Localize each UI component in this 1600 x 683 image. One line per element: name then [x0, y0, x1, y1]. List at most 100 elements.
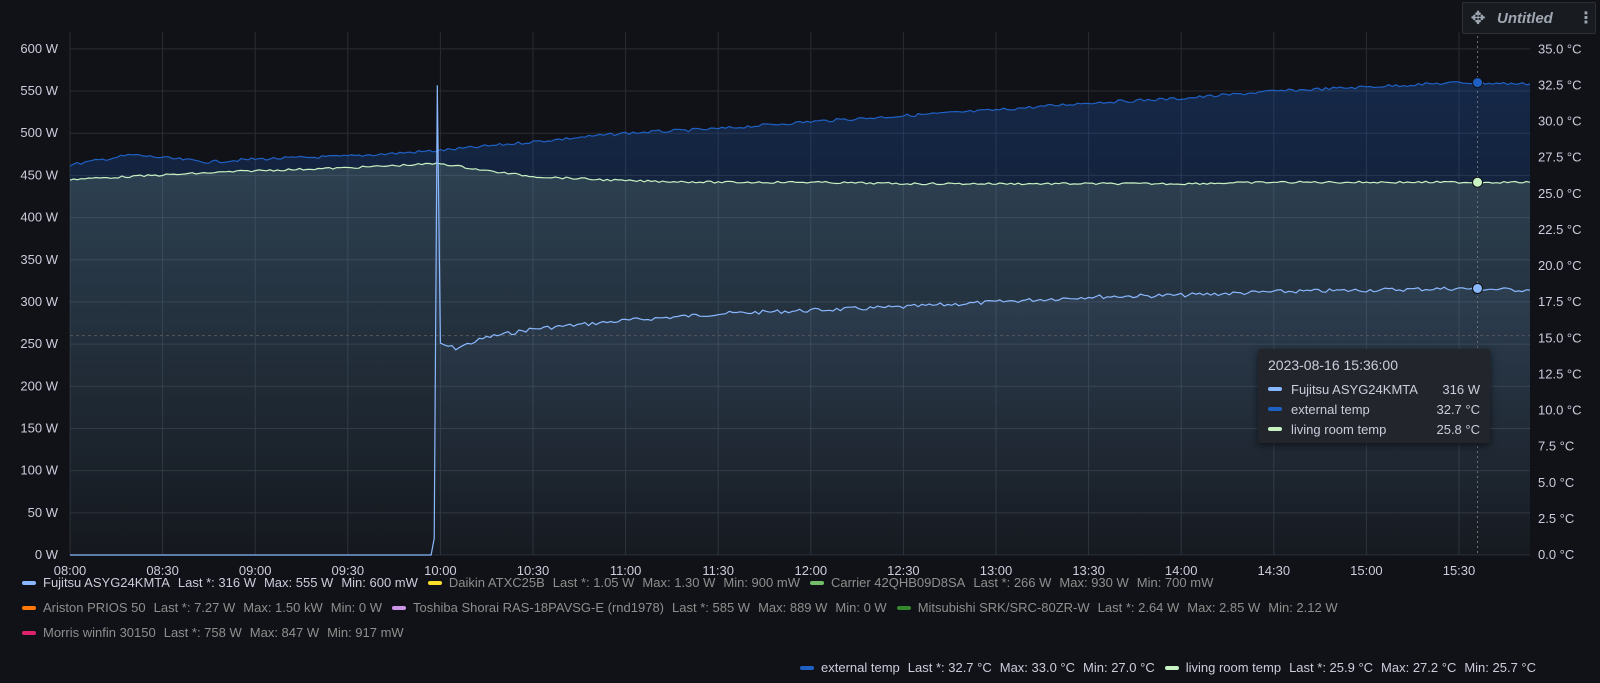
legend-series-name[interactable]: living room temp [1186, 660, 1281, 675]
y-left-tick-label: 600 W [20, 41, 58, 56]
move-icon[interactable]: ✥ [1463, 8, 1493, 29]
cursor-point [1472, 282, 1484, 294]
legend-stat-max: Max: 2.85 W [1187, 600, 1261, 615]
legend-row: Ariston PRIOS 50 Last *: 7.27 W Max: 1.50 … [22, 600, 1348, 615]
legend-stat-last: Last *: 266 W [973, 575, 1052, 590]
legend-series-name[interactable]: Daikin ATXC25B [449, 575, 545, 590]
tooltip-series-name: Fujitsu ASYG24KMTA [1291, 381, 1418, 397]
legend-stat-min: Min: 0 W [835, 600, 887, 615]
legend-item[interactable]: Carrier 42QHB09D8SA Last *: 266 W Max: 930… [809, 575, 1214, 590]
legend-row: Fujitsu ASYG24KMTA Last *: 316 W Max: 555 … [22, 575, 1223, 590]
y-right-tick-label: 20.0 °C [1538, 258, 1582, 273]
tooltip-series-value: 25.8 °C [1436, 421, 1480, 437]
legend-item[interactable]: Mitsubishi SRK/SRC-80ZR-W Last *: 2.64 W M… [896, 600, 1338, 615]
legend-stat-last: Last *: 1.05 W [552, 575, 635, 590]
y-right-tick-label: 27.5 °C [1538, 150, 1582, 165]
legend-stat-max: Max: 33.0 °C [999, 660, 1076, 675]
y-left-tick-label: 500 W [20, 125, 58, 140]
y-right-tick-label: 12.5 °C [1538, 366, 1582, 381]
y-right-tick-label: 35.0 °C [1538, 41, 1582, 56]
x-tick-label: 15:00 [1350, 563, 1383, 578]
legend-stat-min: Min: 2.12 W [1268, 600, 1338, 615]
y-right-tick-label: 10.0 °C [1538, 403, 1582, 418]
y-left-tick-label: 50 W [28, 505, 59, 520]
legend-series-name[interactable]: Carrier 42QHB09D8SA [831, 575, 965, 590]
tooltip-title: 2023-08-16 15:36:00 [1268, 357, 1398, 373]
legend-item[interactable]: Morris winfin 30150 Last *: 758 W Max: 847… [22, 625, 404, 640]
y-right-tick-label: 5.0 °C [1538, 475, 1574, 490]
tooltip-swatch [1268, 387, 1282, 391]
legend-swatch [809, 580, 824, 585]
legend-item[interactable]: Daikin ATXC25B Last *: 1.05 W Max: 1.30 W M… [427, 575, 800, 590]
legend-stat-max: Max: 930 W [1059, 575, 1129, 590]
y-right-tick-label: 15.0 °C [1538, 330, 1582, 345]
y-left-tick-label: 250 W [20, 336, 58, 351]
legend-item[interactable]: living room temp Last *: 25.9 °C Max: 27.2… [1164, 660, 1536, 675]
legend-stat-min: Min: 27.0 °C [1083, 660, 1155, 675]
time-series-chart[interactable]: 0 W 50 W 100 W 150 W 200 W 250 W 300 W 350 W 400… [0, 0, 1600, 590]
legend-item[interactable]: Toshiba Shorai RAS-18PAVSG-E (rnd1978) La… [392, 600, 887, 615]
legend-swatch [22, 580, 36, 585]
tooltip-series-value: 32.7 °C [1436, 401, 1480, 417]
legend-swatch [392, 605, 407, 610]
legend-stat-min: Min: 700 mW [1136, 575, 1214, 590]
hover-tooltip: 2023-08-16 15:36:00 Fujitsu ASYG24KMTA 31… [1258, 349, 1490, 443]
tooltip-row: external temp 32.7 °C [1268, 399, 1480, 419]
y-left-tick-label: 450 W [20, 167, 58, 182]
legend-stat-last: Last *: 585 W [672, 600, 751, 615]
legend-stat-min: Min: 0 W [330, 600, 383, 615]
tooltip-series-name: living room temp [1291, 421, 1387, 437]
legend-swatch [896, 605, 911, 610]
tooltip-series-value: 316 W [1442, 381, 1480, 397]
legend-row-right-axis: external temp Last *: 32.7 °C Max: 33.0 °C… [800, 660, 1546, 675]
y-right-tick-label: 22.5 °C [1538, 222, 1582, 237]
legend-item[interactable]: Ariston PRIOS 50 Last *: 7.27 W Max: 1.50 … [22, 600, 382, 615]
legend-series-name[interactable]: Toshiba Shorai RAS-18PAVSG-E (rnd1978) [413, 600, 664, 615]
y-left-tick-label: 550 W [20, 83, 58, 98]
legend-series-name[interactable]: Ariston PRIOS 50 [43, 600, 146, 615]
y-right-tick-label: 2.5 °C [1538, 511, 1574, 526]
legend-swatch [1164, 665, 1179, 670]
y-left-tick-label: 300 W [20, 294, 58, 309]
y-left-tick-label: 400 W [20, 210, 58, 225]
legend-stat-max: Max: 889 W [758, 600, 828, 615]
legend-series-name[interactable]: Mitsubishi SRK/SRC-80ZR-W [918, 600, 1090, 615]
legend-stat-max: Max: 27.2 °C [1381, 660, 1457, 675]
y-right-tick-label: 30.0 °C [1538, 114, 1582, 129]
cursor-point [1472, 176, 1484, 188]
legend-stat-last: Last *: 7.27 W [153, 600, 236, 615]
legend-row: Morris winfin 30150 Last *: 758 W Max: 847… [22, 625, 414, 640]
tooltip-series-name: external temp [1291, 401, 1370, 417]
y-left-tick-label: 200 W [20, 378, 58, 393]
y-right-tick-label: 7.5 °C [1538, 439, 1574, 454]
tooltip-swatch [1268, 427, 1282, 431]
legend-item[interactable]: Fujitsu ASYG24KMTA Last *: 316 W Max: 555 … [22, 575, 418, 590]
y-right-tick-label: 25.0 °C [1538, 186, 1582, 201]
time-series-panel: 0 W 50 W 100 W 150 W 200 W 250 W 300 W 350 W 400… [0, 0, 1600, 683]
y-right-tick-label: 32.5 °C [1538, 77, 1582, 92]
cursor-point [1472, 77, 1484, 89]
y-left-tick-label: 350 W [20, 252, 58, 267]
legend-stat-max: Max: 847 W [249, 625, 320, 640]
legend-swatch [800, 665, 814, 670]
tooltip-row: Fujitsu ASYG24KMTA 316 W [1268, 379, 1480, 399]
x-tick-label: 15:30 [1443, 563, 1476, 578]
x-tick-label: 14:30 [1258, 563, 1291, 578]
legend-series-name[interactable]: Fujitsu ASYG24KMTA [43, 575, 170, 590]
panel-menu-icon[interactable]: ⋮ [1577, 8, 1595, 28]
legend-item[interactable]: external temp Last *: 32.7 °C Max: 33.0 °C… [800, 660, 1155, 675]
legend-series-name[interactable]: external temp [821, 660, 900, 675]
tooltip-row: living room temp 25.8 °C [1268, 419, 1480, 439]
legend-stat-last: Last *: 32.7 °C [907, 660, 992, 675]
panel-title[interactable]: Untitled [1493, 10, 1577, 27]
legend-series-name[interactable]: Morris winfin 30150 [43, 625, 156, 640]
legend-stat-last: Last *: 758 W [163, 625, 242, 640]
legend-swatch [22, 605, 36, 610]
y-right-tick-label: 0.0 °C [1538, 547, 1574, 562]
y-right-tick-label: 17.5 °C [1538, 294, 1582, 309]
y-left-tick-label: 150 W [20, 420, 58, 435]
y-left-tick-label: 0 W [35, 547, 59, 562]
legend-stat-min: Min: 900 mW [723, 575, 800, 590]
legend-stat-max: Max: 555 W [263, 575, 334, 590]
legend-stat-max: Max: 1.50 kW [243, 600, 323, 615]
